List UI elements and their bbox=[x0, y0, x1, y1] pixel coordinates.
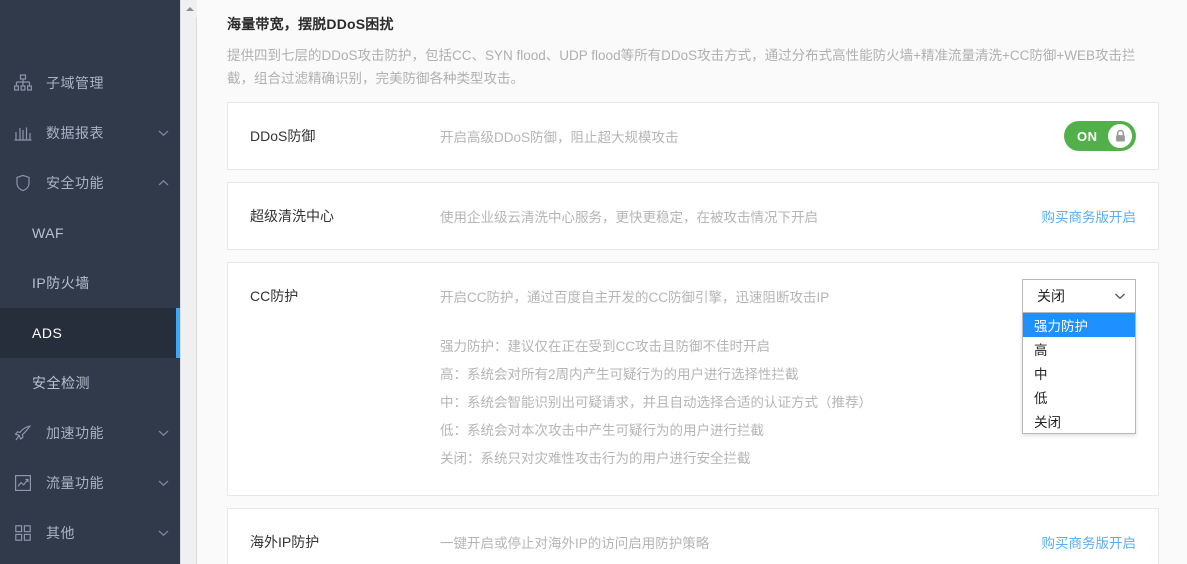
sidebar-item-security[interactable]: 安全功能 bbox=[0, 158, 180, 208]
sidebar-item-ip-firewall[interactable]: IP防火墙 bbox=[0, 258, 180, 308]
sidebar-item-label: 其他 bbox=[46, 523, 146, 543]
sidebar-item-ads[interactable]: ADS bbox=[0, 308, 180, 358]
app-root: 子域管理 数据报表 安全功能 bbox=[0, 0, 1187, 564]
cc-option-off[interactable]: 关闭 bbox=[1023, 409, 1135, 433]
cc-note-off: 关闭：系统只对灾难性攻击行为的用户进行安全拦截 bbox=[440, 445, 1136, 473]
sidebar-item-label: ADS bbox=[0, 325, 180, 341]
triangle-up-icon bbox=[186, 7, 194, 11]
cc-option-high[interactable]: 高 bbox=[1023, 337, 1135, 361]
chevron-up-icon[interactable] bbox=[146, 179, 180, 187]
line-chart-icon bbox=[0, 473, 46, 493]
card-scrub-title: 超级清洗中心 bbox=[250, 206, 440, 226]
chevron-down-icon[interactable] bbox=[146, 479, 180, 487]
card-cc-title: CC防护 bbox=[250, 286, 440, 306]
card-cc-protection: CC防护 开启CC防护，通过百度自主开发的CC防御引擎，迅速阻断攻击IP 关闭 … bbox=[227, 262, 1159, 496]
sidebar-item-label: IP防火墙 bbox=[0, 273, 180, 293]
card-scrub-center: 超级清洗中心 使用企业级云清洗中心服务，更快更稳定，在被攻击情况下开启 购买商务… bbox=[227, 182, 1159, 250]
sidebar-item-label: 子域管理 bbox=[46, 73, 146, 93]
card-cc-action: 关闭 强力防护 高 中 低 关闭 bbox=[1016, 279, 1136, 313]
sidebar-item-other[interactable]: 其他 bbox=[0, 508, 180, 558]
cc-level-selected-value: 关闭 bbox=[1037, 286, 1065, 306]
sidebar-item-acceleration[interactable]: 加速功能 bbox=[0, 408, 180, 458]
buy-business-edition-link[interactable]: 购买商务版开启 bbox=[1042, 206, 1137, 226]
sidebar-item-label: WAF bbox=[0, 225, 180, 241]
page-scrollbar[interactable] bbox=[180, 0, 197, 564]
card-ddos: DDoS防御 开启高级DDoS防御，阻止超大规模攻击 ON bbox=[227, 102, 1159, 170]
sidebar-item-reports[interactable]: 数据报表 bbox=[0, 108, 180, 158]
card-overseas-action: 购买商务版开启 bbox=[1016, 532, 1136, 552]
cc-level-select[interactable]: 关闭 bbox=[1022, 279, 1136, 313]
chevron-down-icon bbox=[1114, 292, 1126, 300]
card-ddos-action: ON bbox=[1016, 121, 1136, 151]
buy-business-edition-link[interactable]: 购买商务版开启 bbox=[1042, 532, 1137, 552]
sidebar-item-waf[interactable]: WAF bbox=[0, 208, 180, 258]
card-scrub-description: 使用企业级云清洗中心服务，更快更稳定，在被攻击情况下开启 bbox=[440, 206, 1016, 226]
sidebar-item-subdomain[interactable]: 子域管理 bbox=[0, 58, 180, 108]
card-overseas-row: 海外IP防护 一键开启或停止对海外IP的访问启用防护策略 购买商务版开启 bbox=[228, 509, 1158, 564]
card-overseas-ip: 海外IP防护 一键开启或停止对海外IP的访问启用防护策略 购买商务版开启 bbox=[227, 508, 1159, 564]
chevron-down-icon[interactable] bbox=[146, 429, 180, 437]
sidebar-item-label: 安全功能 bbox=[46, 173, 146, 193]
scroll-up-arrow-icon[interactable] bbox=[181, 0, 198, 17]
shield-icon bbox=[0, 173, 46, 193]
card-scrub-action: 购买商务版开启 bbox=[1016, 206, 1136, 226]
sidebar-item-label: 流量功能 bbox=[46, 473, 146, 493]
toggle-state-label: ON bbox=[1064, 129, 1098, 144]
card-ddos-description: 开启高级DDoS防御，阻止超大规模攻击 bbox=[440, 126, 1016, 146]
ddos-toggle-switch[interactable]: ON bbox=[1064, 121, 1136, 151]
grid-icon bbox=[0, 523, 46, 543]
card-cc-row: CC防护 开启CC防护，通过百度自主开发的CC防御引擎，迅速阻断攻击IP 关闭 … bbox=[228, 263, 1158, 329]
page-description: 提供四到七层的DDoS攻击防护，包括CC、SYN flood、UDP flood… bbox=[227, 44, 1159, 90]
cc-option-strong[interactable]: 强力防护 bbox=[1023, 313, 1135, 337]
chevron-down-icon[interactable] bbox=[146, 529, 180, 537]
sidebar-item-label: 安全检测 bbox=[0, 373, 180, 393]
card-overseas-description: 一键开启或停止对海外IP的访问启用防护策略 bbox=[440, 532, 1016, 552]
card-ddos-title: DDoS防御 bbox=[250, 126, 440, 146]
sidebar-item-label: 数据报表 bbox=[46, 123, 146, 143]
card-scrub-row: 超级清洗中心 使用企业级云清洗中心服务，更快更稳定，在被攻击情况下开启 购买商务… bbox=[228, 183, 1158, 249]
toggle-knob bbox=[1108, 124, 1132, 148]
sidebar-item-security-scan[interactable]: 安全检测 bbox=[0, 358, 180, 408]
card-ddos-row: DDoS防御 开启高级DDoS防御，阻止超大规模攻击 ON bbox=[228, 103, 1158, 169]
bar-chart-icon bbox=[0, 123, 46, 143]
cc-option-medium[interactable]: 中 bbox=[1023, 361, 1135, 385]
lock-icon bbox=[1114, 129, 1127, 143]
sidebar: 子域管理 数据报表 安全功能 bbox=[0, 0, 180, 564]
sidebar-top-spacer bbox=[0, 0, 180, 58]
page-title: 海量带宽，摆脱DDoS困扰 bbox=[227, 0, 1159, 34]
sitemap-icon bbox=[0, 73, 46, 93]
cc-level-notes: 强力防护：建议仅在正在受到CC攻击且防御不佳时开启 高：系统会对所有2周内产生可… bbox=[228, 329, 1158, 495]
card-overseas-title: 海外IP防护 bbox=[250, 532, 440, 552]
sidebar-item-label: 加速功能 bbox=[46, 423, 146, 443]
card-cc-description: 开启CC防护，通过百度自主开发的CC防御引擎，迅速阻断攻击IP bbox=[440, 286, 1016, 306]
chevron-down-icon[interactable] bbox=[146, 129, 180, 137]
cc-level-options-menu[interactable]: 强力防护 高 中 低 关闭 bbox=[1022, 313, 1136, 434]
rocket-icon bbox=[0, 423, 46, 443]
sidebar-item-traffic[interactable]: 流量功能 bbox=[0, 458, 180, 508]
cc-option-low[interactable]: 低 bbox=[1023, 385, 1135, 409]
cc-level-select-wrapper: 关闭 强力防护 高 中 低 关闭 bbox=[1022, 279, 1136, 313]
main-content: 海量带宽，摆脱DDoS困扰 提供四到七层的DDoS攻击防护，包括CC、SYN f… bbox=[197, 0, 1187, 564]
